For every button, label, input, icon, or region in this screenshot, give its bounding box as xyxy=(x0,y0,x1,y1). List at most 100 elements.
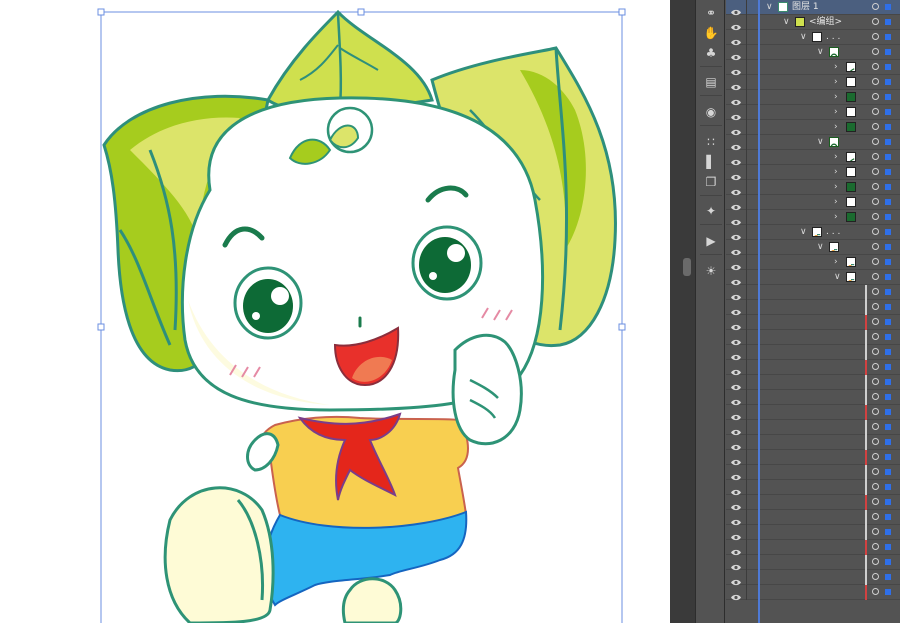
expand-chevron-icon[interactable]: › xyxy=(834,106,838,119)
visibility-eye-icon[interactable] xyxy=(731,558,741,571)
visibility-eye-icon[interactable] xyxy=(731,288,741,301)
target-circle-icon[interactable] xyxy=(872,93,879,100)
layer-row[interactable]: › xyxy=(726,210,900,226)
layer-row-empty[interactable] xyxy=(726,465,900,481)
visibility-eye-icon[interactable] xyxy=(731,513,741,526)
selection-square-icon[interactable] xyxy=(885,454,891,460)
collapse-chevron-icon[interactable]: ∨ xyxy=(817,136,824,149)
lock-column[interactable] xyxy=(746,315,747,330)
selection-square-icon[interactable] xyxy=(885,514,891,520)
selection-square-icon[interactable] xyxy=(885,319,891,325)
symbol-sprayer-icon[interactable]: ♣ xyxy=(698,43,724,63)
target-circle-icon[interactable] xyxy=(872,228,879,235)
layer-row-empty[interactable] xyxy=(726,495,900,511)
visibility-eye-icon[interactable] xyxy=(731,393,741,406)
selection-square-icon[interactable] xyxy=(885,469,891,475)
lock-column[interactable] xyxy=(746,270,747,285)
expand-chevron-icon[interactable]: › xyxy=(834,196,838,209)
selection-square-icon[interactable] xyxy=(885,94,891,100)
visibility-eye-icon[interactable] xyxy=(731,318,741,331)
layer-row[interactable]: ∨ 图层 1 xyxy=(726,0,900,16)
target-circle-icon[interactable] xyxy=(872,138,879,145)
selection-square-icon[interactable] xyxy=(885,394,891,400)
selection-square-icon[interactable] xyxy=(885,364,891,370)
expand-chevron-icon[interactable]: › xyxy=(834,211,838,224)
target-circle-icon[interactable] xyxy=(872,423,879,430)
layer-row-empty[interactable] xyxy=(726,360,900,376)
lock-column[interactable] xyxy=(746,450,747,465)
layer-name[interactable]: . . . xyxy=(826,226,840,239)
target-circle-icon[interactable] xyxy=(872,513,879,520)
collapse-chevron-icon[interactable]: ∨ xyxy=(834,271,841,284)
layer-row[interactable]: ∨ xyxy=(726,45,900,61)
pathfinder-icon[interactable]: ❐ xyxy=(698,172,724,192)
target-circle-icon[interactable] xyxy=(872,408,879,415)
lock-column[interactable] xyxy=(746,90,747,105)
lock-column[interactable] xyxy=(746,0,747,15)
layer-row[interactable]: ∨ xyxy=(726,240,900,256)
visibility-eye-icon[interactable] xyxy=(731,303,741,316)
lock-column[interactable] xyxy=(746,150,747,165)
lock-column[interactable] xyxy=(746,525,747,540)
visibility-eye-icon[interactable] xyxy=(731,483,741,496)
puppet-warp-icon[interactable]: ✋ xyxy=(698,23,724,43)
mascot-artwork[interactable] xyxy=(0,0,670,623)
layer-row[interactable]: › xyxy=(726,255,900,271)
target-circle-icon[interactable] xyxy=(872,123,879,130)
lock-column[interactable] xyxy=(746,540,747,555)
lock-column[interactable] xyxy=(746,285,747,300)
layer-row[interactable]: › xyxy=(726,75,900,91)
selection-square-icon[interactable] xyxy=(885,229,891,235)
lock-column[interactable] xyxy=(746,15,747,30)
target-circle-icon[interactable] xyxy=(872,573,879,580)
layer-row[interactable]: › xyxy=(726,90,900,106)
collapse-chevron-icon[interactable]: ∨ xyxy=(800,226,807,239)
visibility-eye-icon[interactable] xyxy=(731,498,741,511)
lock-column[interactable] xyxy=(746,105,747,120)
visibility-eye-icon[interactable] xyxy=(731,423,741,436)
target-circle-icon[interactable] xyxy=(872,378,879,385)
target-circle-icon[interactable] xyxy=(872,168,879,175)
visibility-eye-icon[interactable] xyxy=(731,468,741,481)
selection-square-icon[interactable] xyxy=(885,304,891,310)
collapse-chevron-icon[interactable]: ∨ xyxy=(817,46,824,59)
visibility-eye-icon[interactable] xyxy=(731,333,741,346)
selection-square-icon[interactable] xyxy=(885,574,891,580)
selection-square-icon[interactable] xyxy=(885,214,891,220)
layer-row-empty[interactable] xyxy=(726,450,900,466)
lock-column[interactable] xyxy=(746,510,747,525)
lock-column[interactable] xyxy=(746,45,747,60)
target-circle-icon[interactable] xyxy=(872,498,879,505)
lock-column[interactable] xyxy=(746,465,747,480)
layer-row-empty[interactable] xyxy=(726,315,900,331)
selection-square-icon[interactable] xyxy=(885,274,891,280)
lock-column[interactable] xyxy=(746,585,747,600)
visibility-eye-icon[interactable] xyxy=(731,348,741,361)
layer-row-empty[interactable] xyxy=(726,435,900,451)
layer-name[interactable]: . . . xyxy=(826,31,840,44)
layer-row-empty[interactable] xyxy=(726,300,900,316)
target-circle-icon[interactable] xyxy=(872,303,879,310)
play-icon[interactable]: ▶ xyxy=(698,231,724,251)
visibility-eye-icon[interactable] xyxy=(731,198,741,211)
magic-wand-icon[interactable]: ✦ xyxy=(698,201,724,221)
visibility-eye-icon[interactable] xyxy=(731,453,741,466)
lock-column[interactable] xyxy=(746,495,747,510)
visibility-eye-icon[interactable] xyxy=(731,438,741,451)
lock-column[interactable] xyxy=(746,480,747,495)
target-circle-icon[interactable] xyxy=(872,348,879,355)
target-circle-icon[interactable] xyxy=(872,258,879,265)
lock-column[interactable] xyxy=(746,555,747,570)
selection-square-icon[interactable] xyxy=(885,439,891,445)
visibility-eye-icon[interactable] xyxy=(731,138,741,151)
expand-chevron-icon[interactable]: › xyxy=(834,256,838,269)
layer-row-empty[interactable] xyxy=(726,555,900,571)
lock-column[interactable] xyxy=(746,570,747,585)
layer-row[interactable]: › xyxy=(726,165,900,181)
selection-square-icon[interactable] xyxy=(885,64,891,70)
visibility-eye-icon[interactable] xyxy=(731,48,741,61)
lock-column[interactable] xyxy=(746,75,747,90)
layer-row[interactable]: › xyxy=(726,180,900,196)
target-circle-icon[interactable] xyxy=(872,333,879,340)
layer-row-empty[interactable] xyxy=(726,480,900,496)
